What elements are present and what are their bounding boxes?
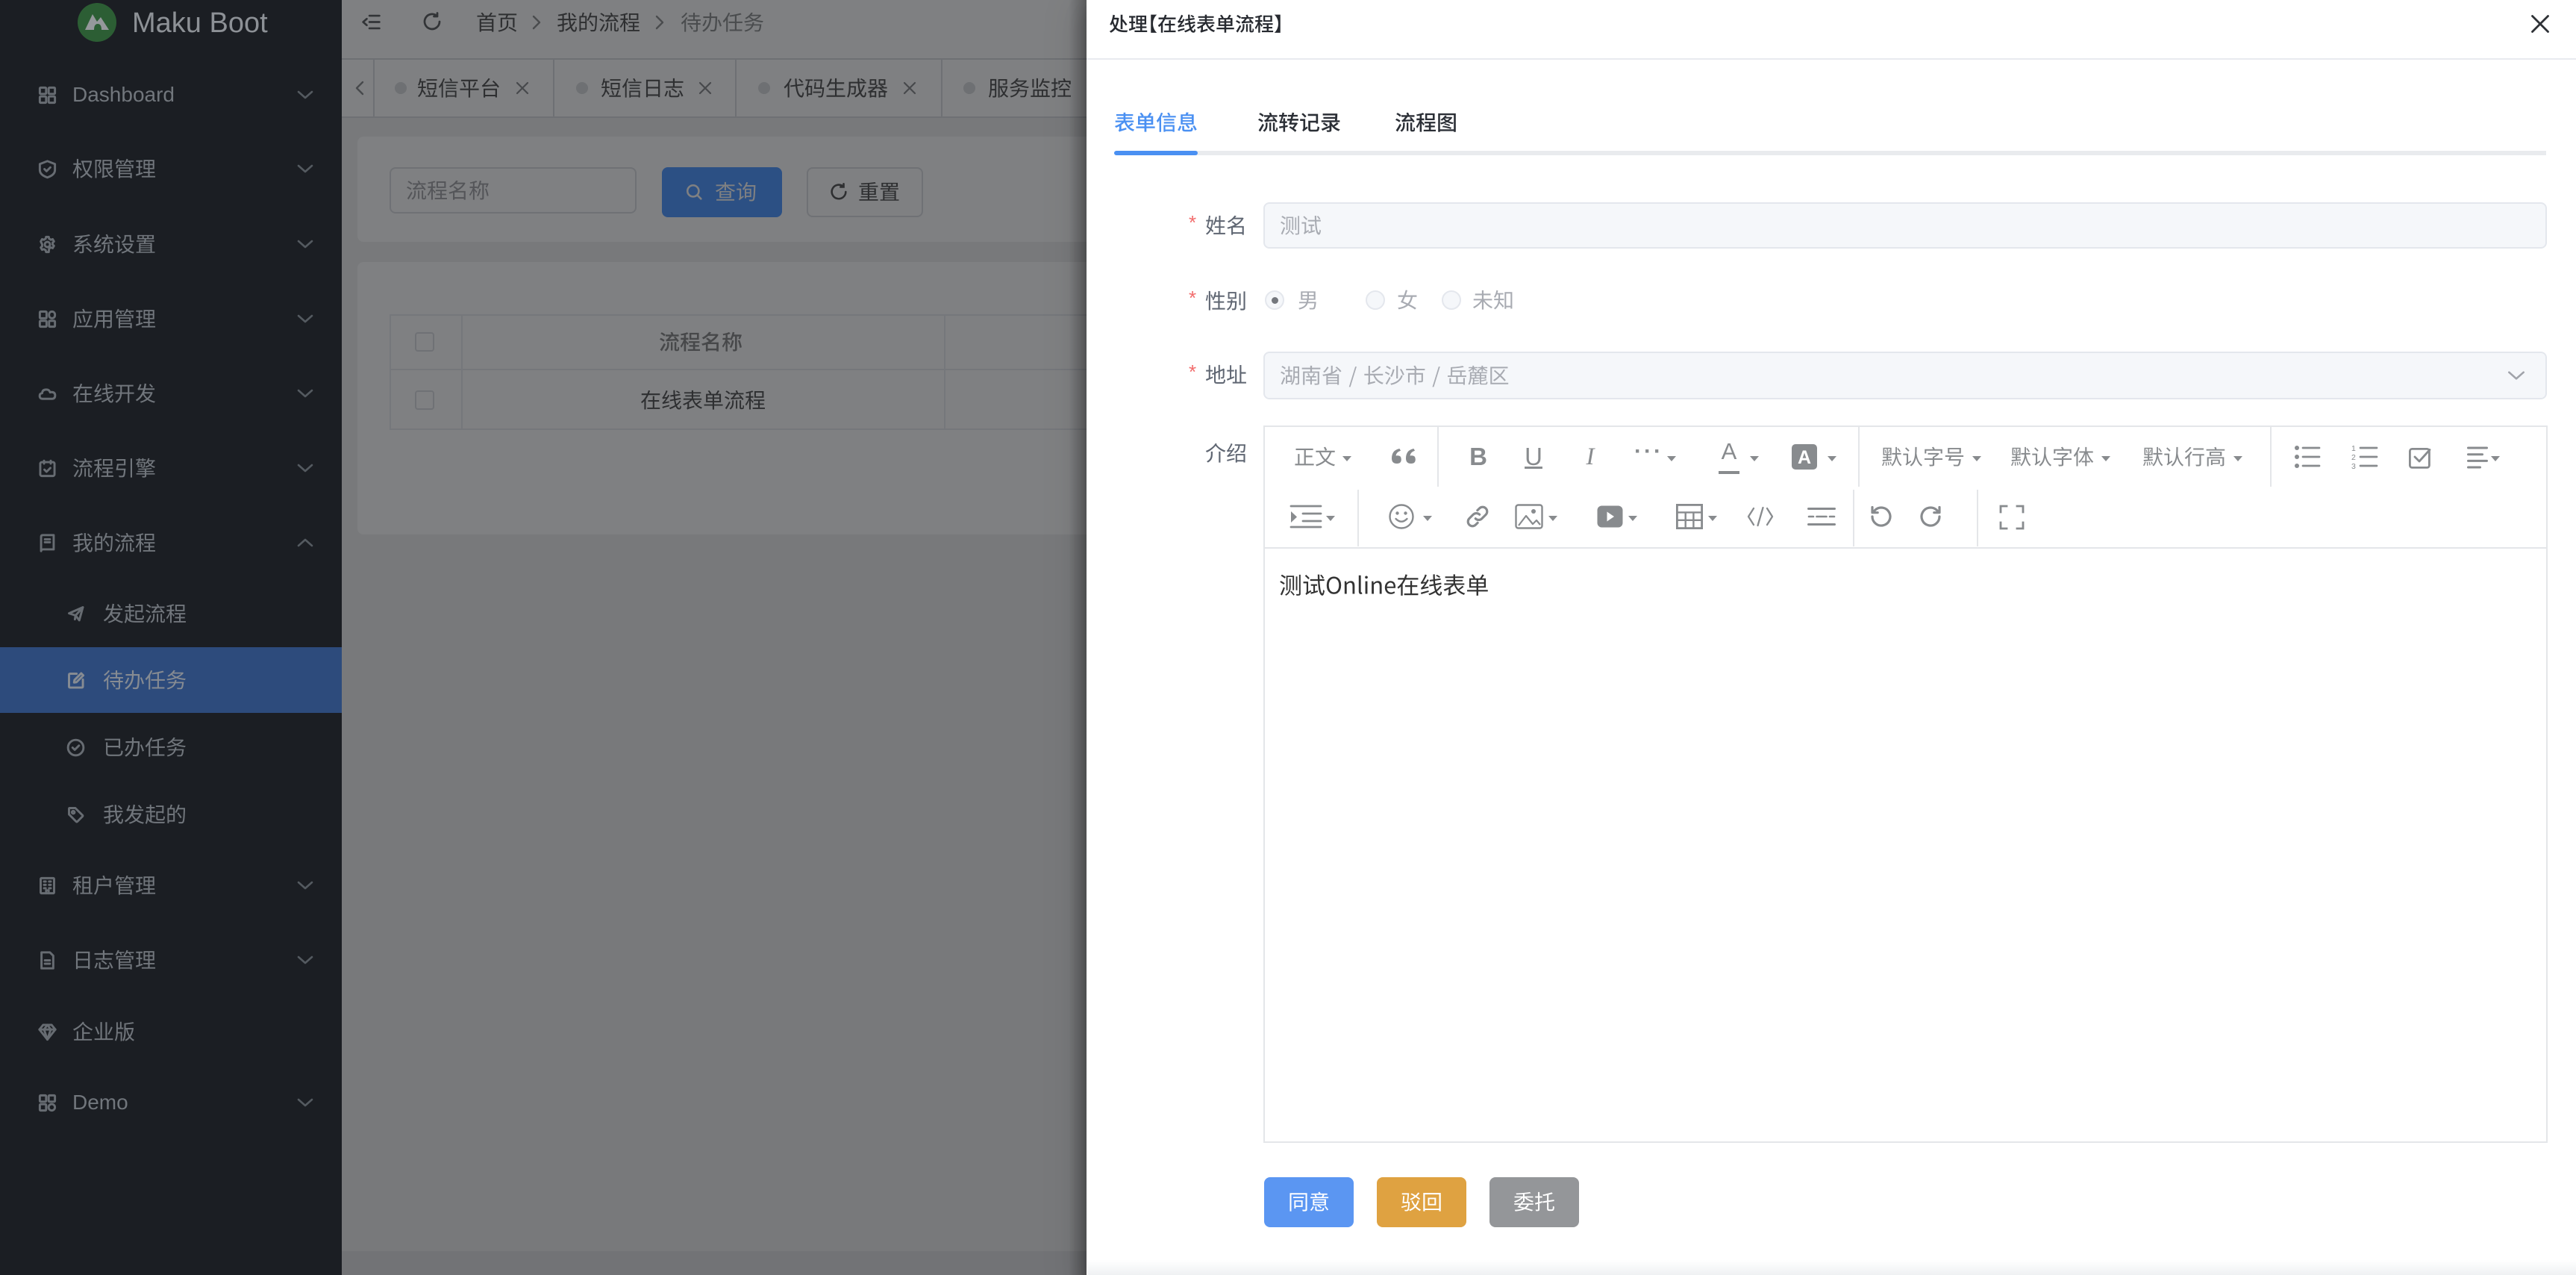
svg-text:3: 3 [2351, 462, 2356, 470]
svg-text:A: A [1798, 447, 1811, 468]
svg-text:2: 2 [2351, 453, 2356, 462]
svg-text:1: 1 [2351, 444, 2356, 453]
